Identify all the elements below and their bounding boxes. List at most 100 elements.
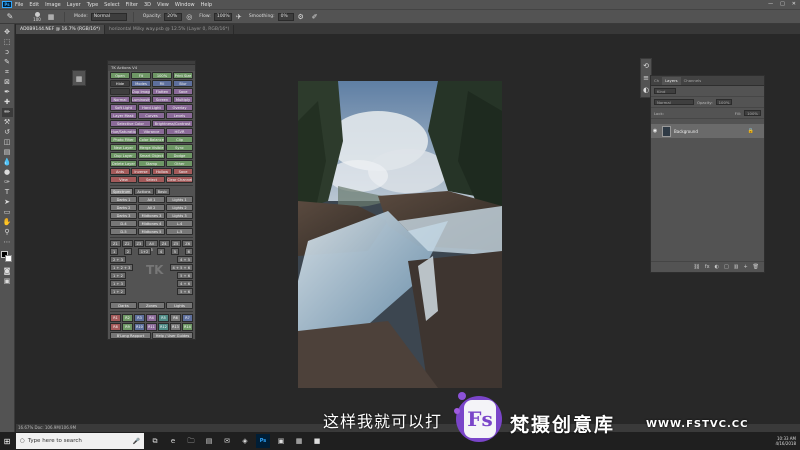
lock-icon[interactable]: 🔒 (748, 128, 754, 134)
close-button[interactable]: ✕ (792, 1, 796, 7)
swatch-button[interactable]: R10 (134, 323, 145, 331)
system-clock[interactable]: 10:33 AM 4/16/2018 (775, 436, 796, 446)
zone-button[interactable]: Z4 (158, 240, 170, 247)
zone-combo-button[interactable]: 4 + 6 (177, 280, 193, 287)
zone-combo-button[interactable]: 4 + 5 + 6 (169, 264, 193, 271)
zone-mid-button[interactable]: Lights (166, 302, 193, 309)
brush-preset-picker[interactable]: 100 (30, 11, 44, 22)
group-icon[interactable]: ▥ (734, 264, 739, 270)
tk-button[interactable]: Print Size (173, 72, 193, 79)
zone-button[interactable]: Z5 (170, 240, 182, 247)
menu-view[interactable]: View (157, 2, 169, 8)
tk-button[interactable]: Color Balance (138, 136, 165, 143)
rapport-button[interactable]: B'Long Rapport (110, 332, 151, 339)
tk-button[interactable]: Selective Color (110, 120, 151, 127)
tk-button[interactable]: Clear Channels (166, 176, 193, 183)
layer-opacity-field[interactable]: 100% (715, 99, 733, 105)
new-layer-icon[interactable]: + (743, 264, 747, 270)
tk-button[interactable]: Fit (131, 72, 151, 79)
menu-select[interactable]: Select (104, 2, 119, 8)
link-layers-icon[interactable]: ⛓ (694, 264, 700, 270)
opacity-field[interactable]: 20% (164, 12, 183, 21)
quick-select-tool-icon[interactable]: ✎ (2, 58, 13, 67)
tk-button[interactable]: Delete Layer (110, 160, 137, 167)
zone-button[interactable]: Z3 (133, 240, 145, 247)
tk-button[interactable]: Hue/Saturation (110, 128, 137, 135)
zone-combo-button[interactable]: 1 + 2 + 3 (110, 264, 134, 271)
tk-button[interactable]: Layer Mask (110, 112, 137, 119)
taskbar-search-box[interactable]: ○ Type here to search 🎤 (16, 433, 144, 449)
tk-button[interactable]: 100% (152, 72, 172, 79)
tk-button[interactable]: Other (166, 160, 193, 167)
brush-panel-icon[interactable]: ▦ (47, 13, 55, 21)
quick-mask-icon[interactable]: ◙ (2, 267, 13, 276)
tab-ch[interactable]: Ch (651, 77, 662, 85)
luminosity-button[interactable]: Lights 3 (166, 212, 193, 219)
swatch-button[interactable]: R1 (110, 314, 121, 322)
screen-mode-icon[interactable]: ▣ (2, 277, 13, 286)
layer-fill-field[interactable]: 100% (744, 110, 761, 116)
menu-layer[interactable]: Layer (67, 2, 81, 8)
app-icon-2[interactable]: ▣ (274, 434, 288, 448)
photoshop-taskbar-icon[interactable]: Ps (256, 434, 270, 448)
kind-filter-select[interactable]: Kind (654, 88, 676, 94)
zone-combo-button[interactable]: 1+2 (137, 248, 152, 255)
swatch-button[interactable]: R2 (122, 314, 133, 322)
zone-combo-button[interactable]: 1 + 2 (110, 272, 126, 279)
tk-button[interactable]: Sync (166, 144, 193, 151)
swatch-button[interactable]: R4 (146, 314, 157, 322)
luminosity-button[interactable]: Darks 1 (110, 196, 137, 203)
tk-button[interactable]: Dup Layer (110, 152, 137, 159)
move-tool-icon[interactable]: ✥ (2, 28, 13, 37)
luminosity-button[interactable]: Darks 3 (110, 212, 137, 219)
menu-help[interactable]: Help (201, 2, 212, 8)
layer-row-background[interactable]: ◉ Background 🔒 (651, 124, 764, 138)
maximize-button[interactable]: □ (780, 1, 785, 7)
eraser-tool-icon[interactable]: ◫ (2, 138, 13, 147)
store-icon[interactable]: ▤ (202, 434, 216, 448)
menu-filter[interactable]: Filter (126, 2, 138, 8)
gradient-tool-icon[interactable]: ▤ (2, 148, 13, 157)
tk-button[interactable]: Soft Light (110, 104, 137, 111)
app-icon[interactable]: ◈ (238, 434, 252, 448)
menu-image[interactable]: Image (45, 2, 61, 8)
tk-button[interactable]: Modes (131, 80, 151, 87)
tk-button[interactable]: Fill (152, 80, 172, 87)
zone-combo-button[interactable]: 2 (123, 248, 133, 255)
luminosity-button[interactable]: Darks 2 (110, 204, 137, 211)
hand-tool-icon[interactable]: ✋ (2, 218, 13, 227)
healing-brush-tool-icon[interactable]: ✚ (2, 98, 13, 107)
swatch-button[interactable]: R12 (158, 323, 169, 331)
windows-start-icon[interactable]: ⊞ (0, 432, 14, 450)
tab-document-1[interactable]: AD0B9144.NEF @ 16.7% (RGB/16*) (16, 25, 105, 34)
mail-icon[interactable]: ✉ (220, 434, 234, 448)
minimize-button[interactable]: — (768, 1, 773, 7)
zone-button[interactable]: Z6 (182, 240, 193, 247)
menu-file[interactable]: File (15, 2, 23, 8)
swatch-button[interactable]: R7 (182, 314, 193, 322)
trash-icon[interactable]: 🗑 (753, 264, 759, 270)
tk-button[interactable]: Blur (173, 80, 193, 87)
marquee-tool-icon[interactable]: ⬚ (2, 38, 13, 47)
tab-document-2[interactable]: horizontal Milky way.psb @ 12.5% (Layer … (104, 25, 235, 34)
smoothing-field[interactable]: 0% (277, 12, 294, 21)
zone-mid-button[interactable]: Zones (138, 302, 165, 309)
more-tools-icon[interactable]: ⋯ (2, 238, 13, 247)
tab-layers[interactable]: Layers (662, 77, 681, 85)
mode-select[interactable]: Normal (90, 12, 127, 21)
tk-button[interactable]: Save (173, 88, 193, 95)
tk-button[interactable]: Open (110, 72, 130, 79)
zone-combo-button[interactable]: 5 + 6 (177, 288, 193, 295)
luminosity-button[interactable]: Midtones 3 (138, 212, 165, 219)
luminosity-button[interactable]: Lights 1 (166, 196, 193, 203)
file-explorer-icon[interactable]: 🗀 (184, 434, 198, 448)
airbrush-icon[interactable]: ✈ (235, 13, 243, 21)
tk-button[interactable]: Hollow (152, 168, 172, 175)
luminosity-button[interactable]: D-4 (110, 220, 137, 227)
tk-button[interactable]: View (110, 176, 137, 183)
tk-button[interactable]: Dup Image (131, 88, 151, 95)
tk-button[interactable]: Normal (110, 96, 130, 103)
zoom-tool-icon[interactable]: ⚲ (2, 228, 13, 237)
zone-combo-button[interactable]: 1 + 3 (110, 280, 126, 287)
tk-button[interactable]: Luminosity (131, 96, 151, 103)
